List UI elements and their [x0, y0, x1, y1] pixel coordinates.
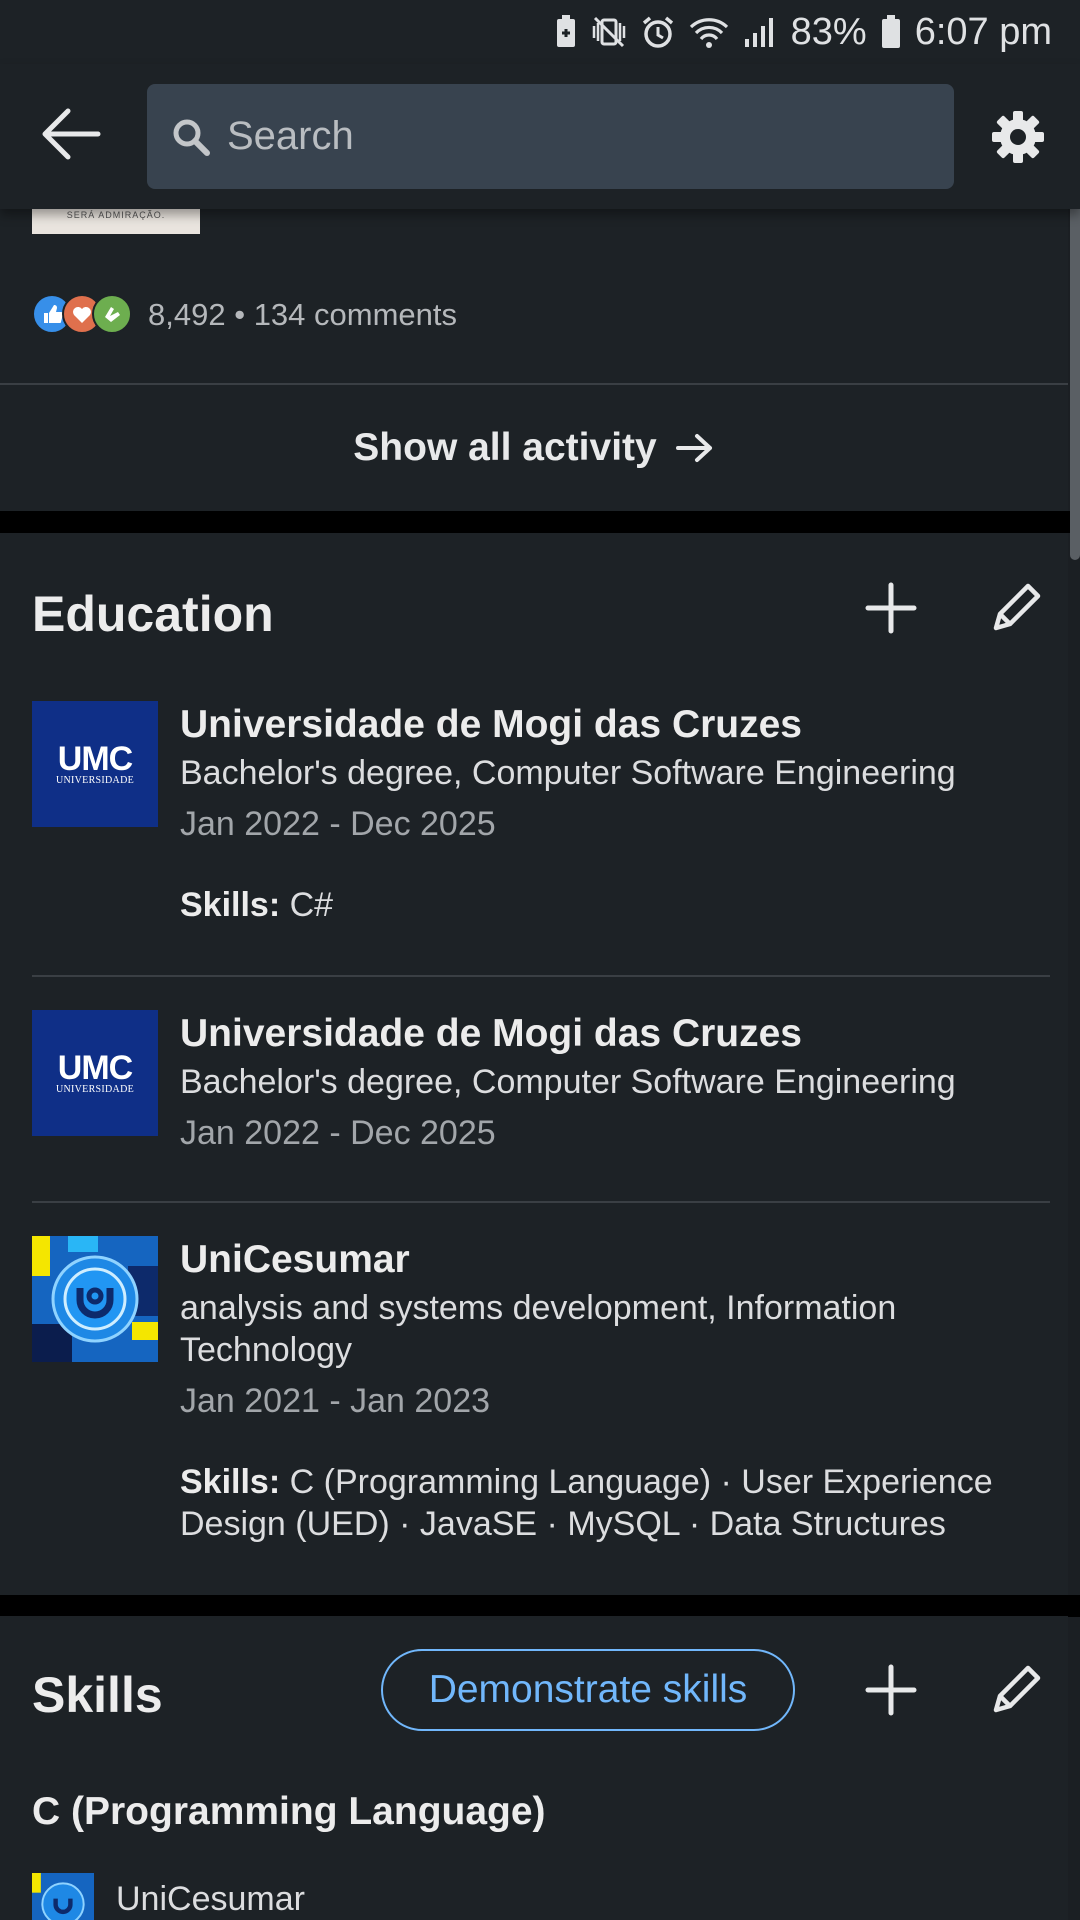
umc-logo-text: UMC — [57, 739, 133, 778]
skills-list: C (Programming Language) · User Experien… — [180, 1463, 993, 1543]
skills-section: Skills Demonstrate skills C (Programming… — [0, 1616, 1068, 1920]
wifi-icon — [689, 15, 729, 49]
arrow-right-icon — [675, 434, 712, 462]
skills-line: Skills: C# — [180, 884, 1060, 926]
gear-icon — [992, 111, 1044, 163]
school-name: Universidade de Mogi das Cruzes — [180, 703, 803, 746]
dates: Jan 2021 - Jan 2023 — [180, 1382, 491, 1420]
dates: Jan 2022 - Dec 2025 — [180, 805, 496, 843]
skills-label: Skills: — [180, 886, 281, 924]
status-bar: 83% 6:07 pm — [0, 0, 1080, 64]
show-all-activity-button[interactable]: Show all activity — [0, 385, 1068, 511]
pencil-icon — [993, 1665, 1041, 1713]
add-education-button[interactable] — [863, 580, 919, 636]
vibrate-mute-icon — [591, 15, 627, 49]
degree: analysis and systems development, Inform… — [180, 1289, 897, 1369]
skill-source-name: UniCesumar — [116, 1880, 305, 1918]
education-section: Education UMC UNIVERSIDADE Universidade … — [0, 533, 1068, 1595]
plus-icon — [865, 1664, 917, 1716]
section-gap — [0, 1595, 1080, 1617]
scrollbar[interactable] — [1070, 190, 1080, 560]
skills-list: C# — [289, 886, 334, 924]
education-item[interactable]: UMC UNIVERSIDADE Universidade de Mogi da… — [0, 701, 1068, 941]
umc-logo: UMC UNIVERSIDADE — [32, 701, 158, 827]
battery-percent: 83% — [790, 10, 867, 53]
plus-icon — [865, 582, 917, 634]
divider — [32, 975, 1050, 977]
support-icon — [92, 294, 132, 334]
comment-count: 134 comments — [253, 297, 458, 332]
post-thumb-text: SERÁ ADMIRAÇÃO. — [66, 210, 166, 220]
search-box[interactable] — [147, 84, 954, 189]
alarm-icon — [641, 15, 675, 49]
battery-icon — [881, 15, 901, 49]
profile-page: 83% 6:07 pm Search SERÁ ADMIRAÇÃO. 8,492… — [0, 0, 1080, 1920]
search-input[interactable] — [225, 113, 925, 160]
degree: Bachelor's degree, Computer Software Eng… — [180, 1063, 956, 1101]
skills-label: Skills: — [180, 1463, 281, 1501]
education-item[interactable]: UMC UNIVERSIDADE Universidade de Mogi da… — [0, 1010, 1068, 1170]
skills-line: Skills: C (Programming Language) · User … — [180, 1461, 1060, 1545]
add-skill-button[interactable] — [863, 1662, 919, 1718]
dates: Jan 2022 - Dec 2025 — [180, 1114, 496, 1152]
education-title: Education — [32, 586, 274, 642]
skills-title: Skills — [32, 1667, 163, 1723]
signal-icon — [743, 15, 777, 49]
battery-saver-icon — [555, 15, 577, 49]
pencil-icon — [993, 583, 1041, 631]
divider — [32, 1201, 1050, 1203]
unicesumar-logo — [32, 1236, 158, 1362]
degree: Bachelor's degree, Computer Software Eng… — [180, 754, 956, 792]
umc-logo: UMC UNIVERSIDADE — [32, 1010, 158, 1136]
top-bar — [0, 64, 1080, 209]
reaction-count: 8,492 — [148, 297, 226, 332]
umc-logo-subtext: UNIVERSIDADE — [55, 1083, 135, 1095]
edit-education-button[interactable] — [988, 580, 1044, 636]
back-button[interactable] — [40, 108, 102, 160]
school-name: UniCesumar — [180, 1238, 410, 1281]
settings-button[interactable] — [990, 109, 1046, 165]
activity-card: SERÁ ADMIRAÇÃO. 8,492 • 134 comments Sho… — [0, 209, 1068, 511]
umc-logo-text: UMC — [57, 1048, 133, 1087]
reaction-summary[interactable]: 8,492 • 134 comments — [148, 297, 457, 333]
show-all-activity-label: Show all activity — [353, 426, 657, 469]
education-item[interactable]: UniCesumar analysis and systems developm… — [0, 1236, 1068, 1576]
section-gap — [0, 511, 1080, 533]
edit-skills-button[interactable] — [988, 1662, 1044, 1718]
umc-logo-subtext: UNIVERSIDADE — [55, 774, 135, 786]
post-thumbnail[interactable]: SERÁ ADMIRAÇÃO. — [32, 209, 200, 234]
search-icon — [173, 119, 210, 156]
school-name: Universidade de Mogi das Cruzes — [180, 1012, 803, 1055]
back-arrow-icon — [42, 108, 101, 160]
clock: 6:07 pm — [914, 10, 1052, 53]
reaction-icons[interactable] — [32, 294, 132, 334]
separator-dot: • — [234, 297, 246, 332]
unicesumar-logo — [32, 1873, 94, 1920]
demonstrate-skills-button[interactable]: Demonstrate skills — [381, 1649, 795, 1731]
skill-name[interactable]: C (Programming Language) — [32, 1790, 546, 1834]
